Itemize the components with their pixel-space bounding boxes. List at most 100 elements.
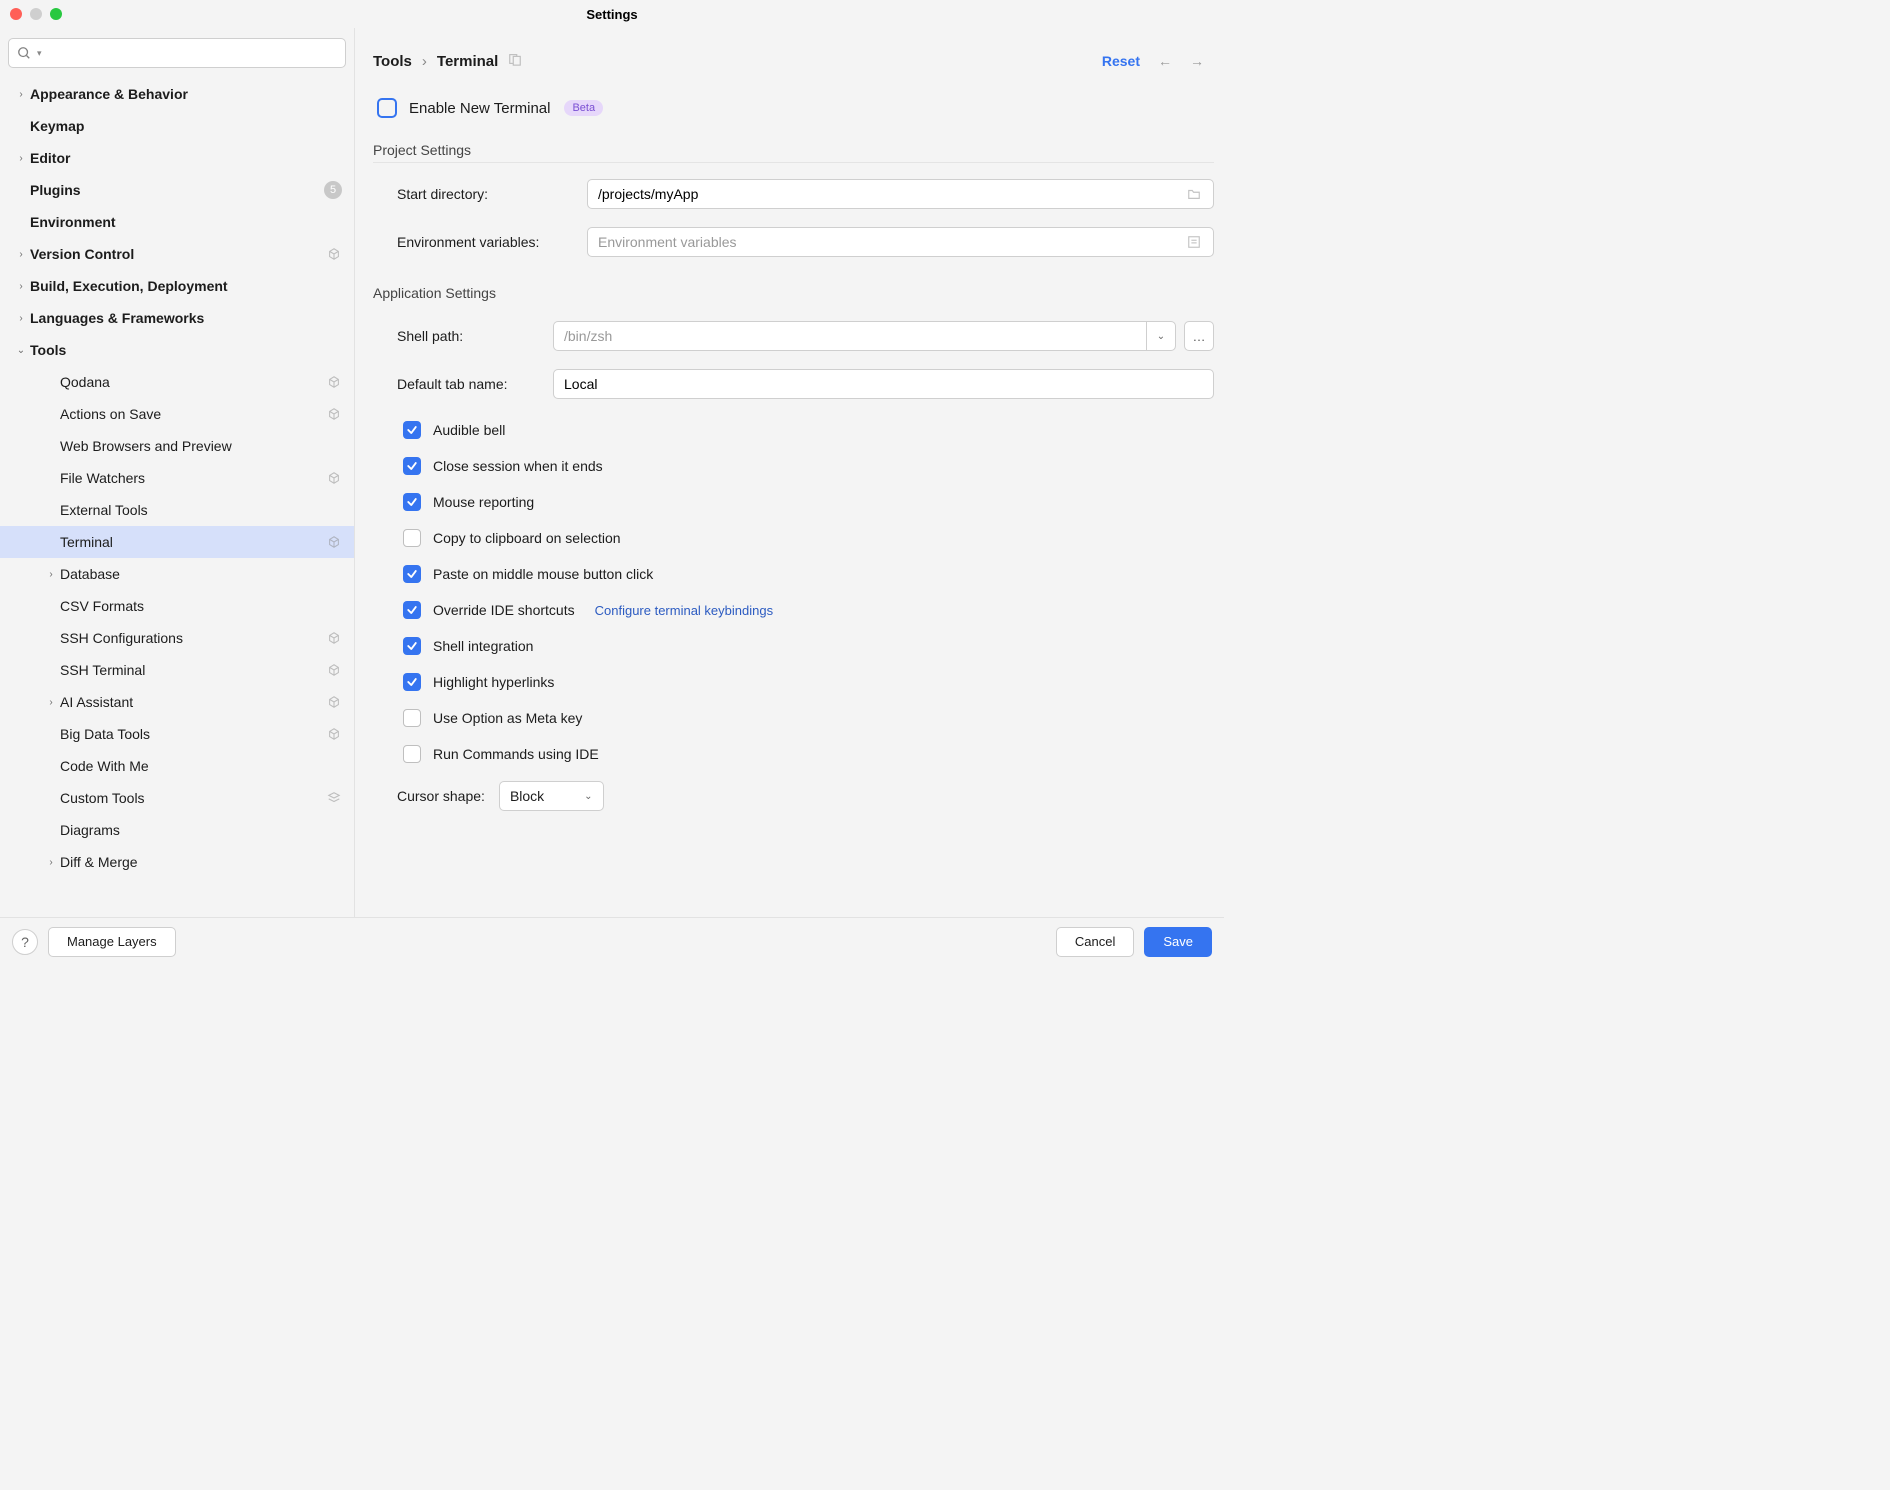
checkbox-row: Shell integration <box>373 637 1214 655</box>
search-field[interactable] <box>48 46 337 61</box>
expand-arrow-icon[interactable]: ⌄ <box>12 345 30 356</box>
scope-icon <box>326 695 342 709</box>
scope-icon <box>326 471 342 485</box>
checkbox-run-commands-using-ide[interactable] <box>403 745 421 763</box>
window-title: Settings <box>0 7 1224 22</box>
project-settings-title: Project Settings <box>373 142 1214 163</box>
breadcrumb: Tools › Terminal <box>373 52 522 70</box>
scope-icon <box>508 52 522 70</box>
tree-item-languages-frameworks[interactable]: ›Languages & Frameworks <box>0 302 354 334</box>
tree-item-web-browsers-and-preview[interactable]: Web Browsers and Preview <box>0 430 354 462</box>
checkbox-override-ide-shortcuts[interactable] <box>403 601 421 619</box>
tree-item-code-with-me[interactable]: Code With Me <box>0 750 354 782</box>
tree-item-build-execution-deployment[interactable]: ›Build, Execution, Deployment <box>0 270 354 302</box>
expand-arrow-icon[interactable]: › <box>42 857 60 868</box>
tree-item-csv-formats[interactable]: CSV Formats <box>0 590 354 622</box>
checkbox-shell-integration[interactable] <box>403 637 421 655</box>
expand-arrow-icon[interactable]: › <box>42 569 60 580</box>
tree-item-label: Editor <box>30 150 342 166</box>
browse-button[interactable]: … <box>1184 321 1214 351</box>
tree-item-terminal[interactable]: Terminal <box>0 526 354 558</box>
expand-arrow-icon[interactable]: › <box>12 313 30 324</box>
checkbox-paste-on-middle-mouse-button-click[interactable] <box>403 565 421 583</box>
tree-item-actions-on-save[interactable]: Actions on Save <box>0 398 354 430</box>
checkbox-row: Mouse reporting <box>373 493 1214 511</box>
chevron-down-icon[interactable]: ⌄ <box>1146 321 1176 351</box>
tree-item-appearance-behavior[interactable]: ›Appearance & Behavior <box>0 78 354 110</box>
tree-item-label: Diff & Merge <box>60 854 342 870</box>
search-icon <box>17 46 31 60</box>
expand-arrow-icon[interactable]: › <box>42 697 60 708</box>
tree-item-ssh-configurations[interactable]: SSH Configurations <box>0 622 354 654</box>
tree-item-label: Keymap <box>30 118 342 134</box>
tree-item-label: Qodana <box>60 374 326 390</box>
expand-arrow-icon[interactable]: › <box>12 249 30 260</box>
tree-item-label: SSH Terminal <box>60 662 326 678</box>
checkbox-row: Override IDE shortcuts Configure terminal… <box>373 601 1214 619</box>
checkbox-label: Paste on middle mouse button click <box>433 566 653 582</box>
shell-path-label: Shell path: <box>397 328 553 344</box>
cancel-button[interactable]: Cancel <box>1056 927 1134 957</box>
reset-button[interactable]: Reset <box>1102 53 1140 69</box>
tree-item-environment[interactable]: Environment <box>0 206 354 238</box>
env-vars-input[interactable] <box>587 227 1214 257</box>
tree-item-database[interactable]: ›Database <box>0 558 354 590</box>
search-history-icon[interactable]: ▾ <box>37 48 42 59</box>
checkbox-label: Override IDE shortcuts <box>433 602 575 618</box>
expand-arrow-icon[interactable]: › <box>12 89 30 100</box>
checkbox-row: Run Commands using IDE <box>373 745 1214 763</box>
expand-arrow-icon[interactable]: › <box>12 281 30 292</box>
scope-icon <box>326 407 342 421</box>
default-tab-input[interactable] <box>553 369 1214 399</box>
checkbox-close-session-when-it-ends[interactable] <box>403 457 421 475</box>
settings-tree: ›Appearance & BehaviorKeymap›EditorPlugi… <box>0 78 354 917</box>
app-settings-title: Application Settings <box>373 285 1214 305</box>
configure-keybindings-link[interactable]: Configure terminal keybindings <box>595 603 773 618</box>
tree-item-ssh-terminal[interactable]: SSH Terminal <box>0 654 354 686</box>
search-input[interactable]: ▾ <box>8 38 346 68</box>
tree-item-version-control[interactable]: ›Version Control <box>0 238 354 270</box>
checkbox-audible-bell[interactable] <box>403 421 421 439</box>
save-button[interactable]: Save <box>1144 927 1212 957</box>
manage-layers-button[interactable]: Manage Layers <box>48 927 176 957</box>
tree-item-custom-tools[interactable]: Custom Tools <box>0 782 354 814</box>
tree-item-label: External Tools <box>60 502 342 518</box>
checkbox-label: Shell integration <box>433 638 533 654</box>
checkbox-row: Copy to clipboard on selection <box>373 529 1214 547</box>
tree-item-tools[interactable]: ⌄Tools <box>0 334 354 366</box>
checkbox-use-option-as-meta-key[interactable] <box>403 709 421 727</box>
stack-icon <box>326 791 342 805</box>
nav-forward-icon[interactable]: → <box>1190 53 1204 69</box>
nav-back-icon[interactable]: ← <box>1158 53 1172 69</box>
tree-item-label: Tools <box>30 342 342 358</box>
checkbox-label: Mouse reporting <box>433 494 534 510</box>
tree-item-label: Plugins <box>30 182 318 198</box>
tree-item-keymap[interactable]: Keymap <box>0 110 354 142</box>
list-icon[interactable] <box>1187 235 1203 249</box>
tree-item-external-tools[interactable]: External Tools <box>0 494 354 526</box>
tree-item-diff-merge[interactable]: ›Diff & Merge <box>0 846 354 878</box>
tree-item-big-data-tools[interactable]: Big Data Tools <box>0 718 354 750</box>
tree-item-editor[interactable]: ›Editor <box>0 142 354 174</box>
checkbox-highlight-hyperlinks[interactable] <box>403 673 421 691</box>
checkbox-mouse-reporting[interactable] <box>403 493 421 511</box>
beta-badge: Beta <box>564 100 603 116</box>
shell-path-input[interactable]: /bin/zsh ⌄ <box>553 321 1176 351</box>
help-button[interactable]: ? <box>12 929 38 955</box>
expand-arrow-icon[interactable]: › <box>12 153 30 164</box>
tree-item-ai-assistant[interactable]: ›AI Assistant <box>0 686 354 718</box>
tree-item-file-watchers[interactable]: File Watchers <box>0 462 354 494</box>
start-dir-input[interactable] <box>587 179 1214 209</box>
chevron-down-icon: ⌄ <box>584 791 592 802</box>
tree-item-plugins[interactable]: Plugins5 <box>0 174 354 206</box>
enable-new-terminal-checkbox[interactable] <box>377 98 397 118</box>
cursor-shape-select[interactable]: Block ⌄ <box>499 781 604 811</box>
tree-item-diagrams[interactable]: Diagrams <box>0 814 354 846</box>
breadcrumb-leaf: Terminal <box>437 53 498 70</box>
folder-icon[interactable] <box>1187 187 1203 201</box>
checkbox-label: Run Commands using IDE <box>433 746 599 762</box>
scope-icon <box>326 535 342 549</box>
checkbox-row: Highlight hyperlinks <box>373 673 1214 691</box>
tree-item-qodana[interactable]: Qodana <box>0 366 354 398</box>
checkbox-copy-to-clipboard-on-selection[interactable] <box>403 529 421 547</box>
